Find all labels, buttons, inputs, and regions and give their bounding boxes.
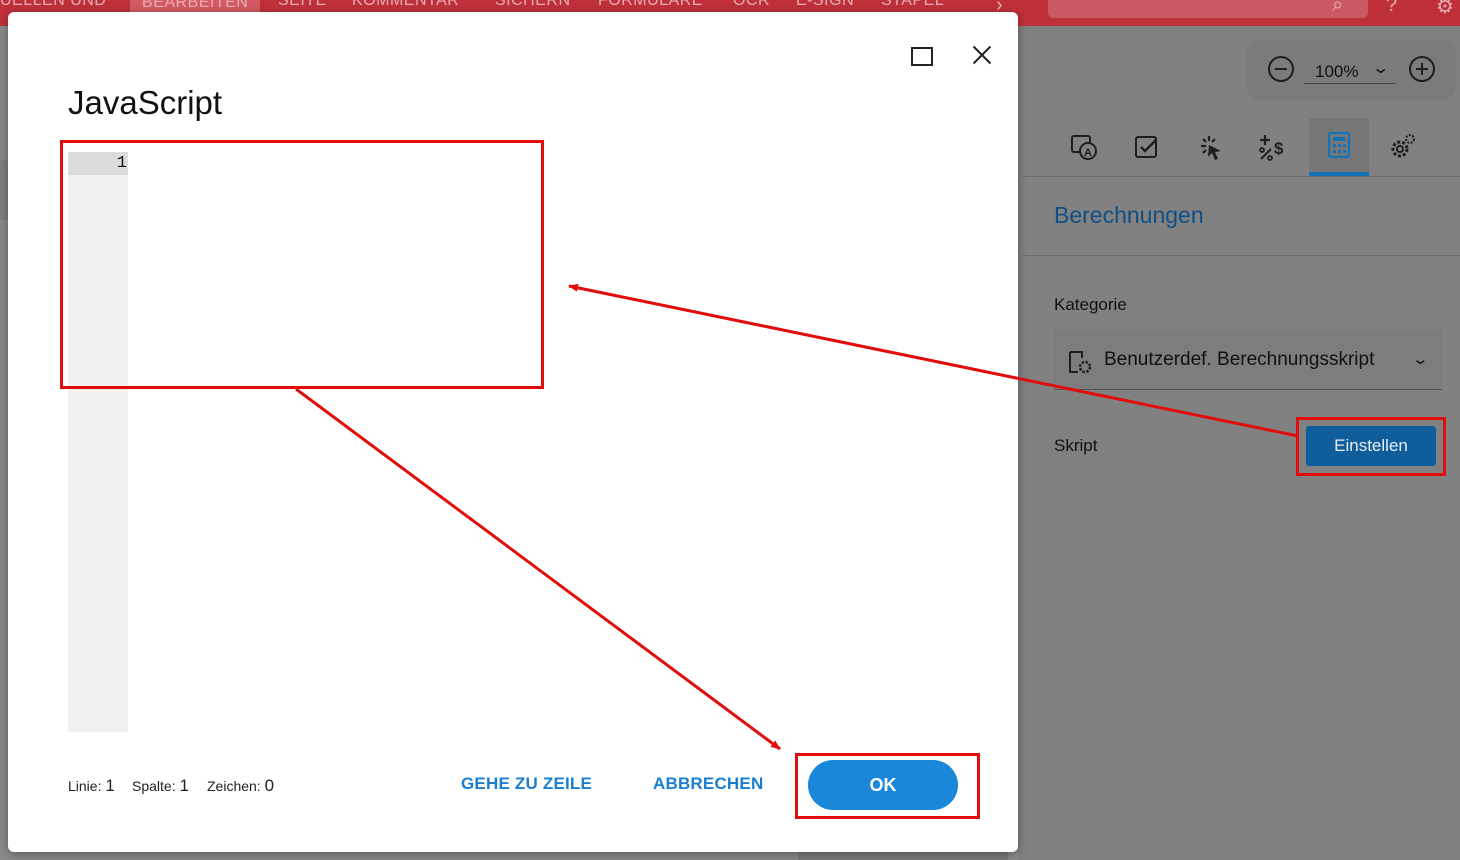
column-label: Spalte:	[132, 778, 176, 794]
zoom-in-icon[interactable]	[1409, 56, 1435, 82]
tab-convert[interactable]: UELLEN UND	[0, 0, 106, 10]
tab-forms[interactable]: FORMULARE	[598, 0, 703, 10]
dialog-title: JavaScript	[68, 84, 223, 121]
search-icon[interactable]: ⌕	[1332, 0, 1343, 17]
settings-icon[interactable]	[1372, 118, 1432, 176]
zoom-out-icon[interactable]	[1268, 56, 1294, 82]
search-input[interactable]	[1048, 0, 1368, 18]
column-value: 1	[179, 776, 189, 795]
line-value: 1	[105, 776, 115, 795]
status-column: Spalte: 1	[132, 776, 189, 796]
line-number: 1	[68, 152, 128, 175]
ok-button[interactable]: OK	[808, 760, 958, 810]
panel-title: Berechnungen	[1054, 202, 1204, 228]
help-icon[interactable]: ?	[1386, 0, 1397, 17]
calculator-icon[interactable]	[1309, 118, 1369, 176]
format-icon[interactable]: $	[1243, 118, 1303, 176]
code-editor: 1	[68, 152, 958, 732]
configure-script-button[interactable]: Einstellen	[1306, 426, 1436, 466]
tab-comment[interactable]: KOMMENTAR	[352, 0, 459, 10]
chevron-down-icon[interactable]: ⌄	[1411, 350, 1429, 368]
script-settings-icon	[1066, 348, 1094, 382]
tab-ocr[interactable]: OCR	[733, 0, 770, 10]
category-value: Benutzerdef. Berechnungsskript	[1104, 349, 1375, 370]
checkbox-icon[interactable]	[1116, 118, 1176, 176]
close-icon[interactable]	[969, 42, 995, 68]
goto-line-button[interactable]: GEHE ZU ZEILE	[461, 774, 592, 794]
line-label: Linie:	[68, 778, 102, 794]
maximize-icon[interactable]	[911, 47, 933, 66]
status-chars: Zeichen: 0	[207, 776, 274, 796]
tab-batch[interactable]: STAPEL	[881, 0, 944, 10]
action-icon[interactable]	[1180, 118, 1240, 176]
chevron-down-icon[interactable]: ⌄	[1371, 58, 1390, 78]
code-input[interactable]	[128, 152, 958, 732]
svg-text:A: A	[1084, 147, 1092, 159]
panel-divider	[1022, 255, 1460, 256]
cancel-button[interactable]: ABBRECHEN	[653, 774, 763, 794]
line-number-gutter: 1	[68, 152, 128, 732]
script-label: Skript	[1054, 436, 1098, 455]
gear-icon[interactable]: ⚙	[1436, 0, 1454, 19]
status-line: Linie: 1	[68, 776, 115, 796]
svg-text:$: $	[1274, 139, 1284, 158]
text-field-icon[interactable]: A	[1054, 118, 1114, 176]
tab-protect[interactable]: SICHERN	[495, 0, 571, 10]
tab-page[interactable]: SEITE	[278, 0, 327, 10]
chars-label: Zeichen:	[207, 778, 261, 794]
toolbar-divider	[1022, 176, 1460, 177]
javascript-dialog: JavaScript 1 Linie: 1 Spalte: 1 Zeichen:…	[8, 12, 1018, 852]
tab-esign[interactable]: E-SIGN	[796, 0, 854, 10]
category-label: Kategorie	[1054, 295, 1127, 314]
chars-value: 0	[264, 776, 275, 795]
